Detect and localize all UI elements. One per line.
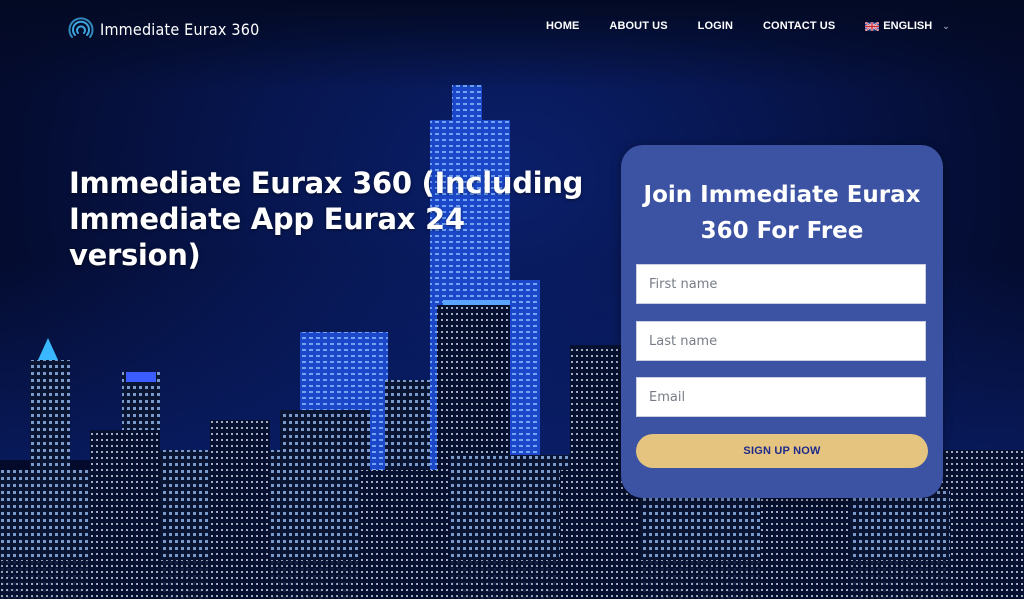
first-name-input[interactable] [636,264,926,304]
nav-contact-us[interactable]: CONTACT US [763,20,835,32]
language-label: ENGLISH [883,20,933,32]
chevron-down-icon: ⌄ [942,20,950,31]
building-spire [38,338,58,360]
nav-login[interactable]: LOGIN [698,20,733,32]
language-selector[interactable]: ENGLISH ⌄ [865,20,950,32]
last-name-input[interactable] [636,321,926,361]
signal-logo-icon [68,16,94,43]
main-nav: HOME ABOUT US LOGIN CONTACT US ENGLISH ⌄ [546,20,950,32]
logo-text: Immediate Eurax 360 [100,20,260,39]
signup-form-title: Join Immediate Eurax 360 For Free [643,182,921,244]
signup-form: Join Immediate Eurax 360 For Free SIGN U… [621,145,943,498]
nav-about-us[interactable]: ABOUT US [609,20,667,32]
hero-title: Immediate Eurax 360 (Including Immediate… [69,166,584,273]
site-header: Immediate Eurax 360 HOME ABOUT US LOGIN … [0,0,1024,56]
logo[interactable]: Immediate Eurax 360 [68,16,260,43]
uk-flag-icon [865,21,880,31]
nav-home[interactable]: HOME [546,20,579,32]
email-input[interactable] [636,377,926,417]
sign-up-button[interactable]: SIGN UP NOW [636,434,928,468]
